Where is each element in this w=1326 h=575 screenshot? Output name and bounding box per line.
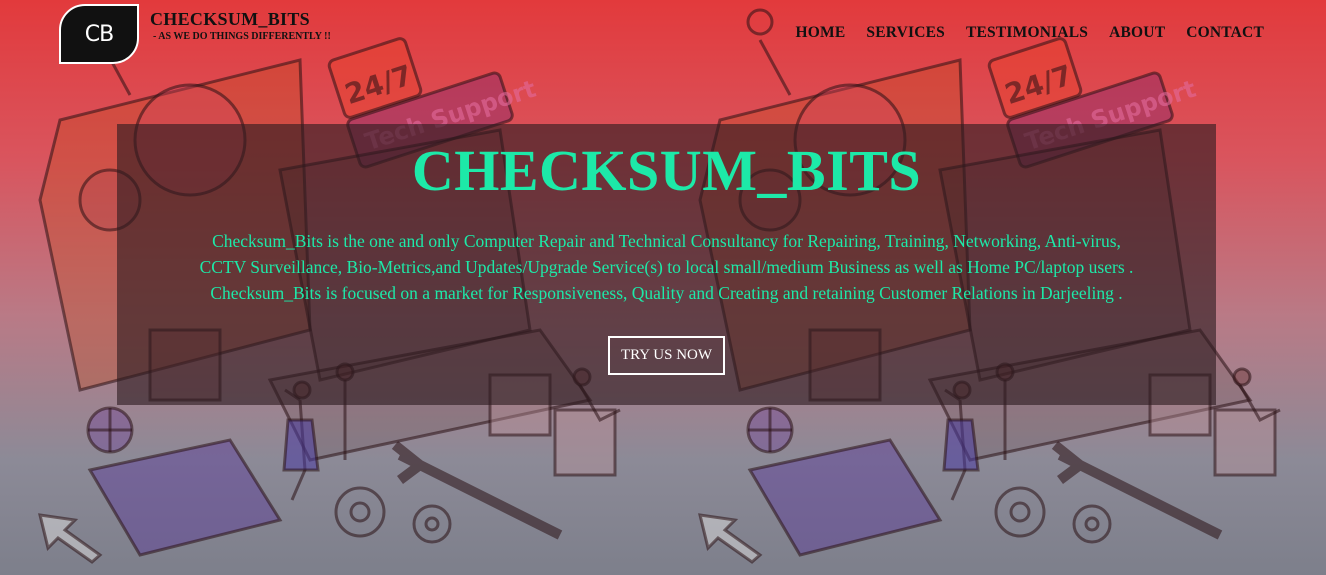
nav-contact[interactable]: CONTACT [1186,24,1264,42]
brand-block: CHECKSUM_BITS - AS WE DO THINGS DIFFEREN… [150,9,331,42]
main-nav: HOME SERVICES TESTIMONIALS ABOUT CONTACT [795,24,1264,42]
brand-tagline: - AS WE DO THINGS DIFFERENTLY !! [153,31,331,42]
hero-panel: CHECKSUM_BITS Checksum_Bits is the one a… [117,124,1216,405]
hero-title: CHECKSUM_BITS [411,138,922,203]
nav-testimonials[interactable]: TESTIMONIALS [966,24,1088,42]
wrench-icon [391,441,563,540]
nav-about[interactable]: ABOUT [1109,24,1165,42]
phone-icon [87,438,283,557]
hero-description-line: CCTV Surveillance, Bio-Metrics,and Updat… [199,257,1134,277]
hero-description-line: Checksum_Bits is focused on a market for… [210,283,1123,303]
brand-name: CHECKSUM_BITS [150,9,310,29]
hero-description-line: Checksum_Bits is the one and only Comput… [212,231,1121,251]
nav-services[interactable]: SERVICES [866,24,945,42]
logo-badge[interactable]: CB [59,4,139,64]
cursor-arrow-icon [38,513,103,564]
gear-icon [334,486,386,538]
nav-home[interactable]: HOME [795,24,845,42]
hero-description: Checksum_Bits is the one and only Comput… [127,228,1207,306]
logo-text: CB [84,21,114,47]
try-us-now-button[interactable]: TRY US NOW [607,336,726,375]
